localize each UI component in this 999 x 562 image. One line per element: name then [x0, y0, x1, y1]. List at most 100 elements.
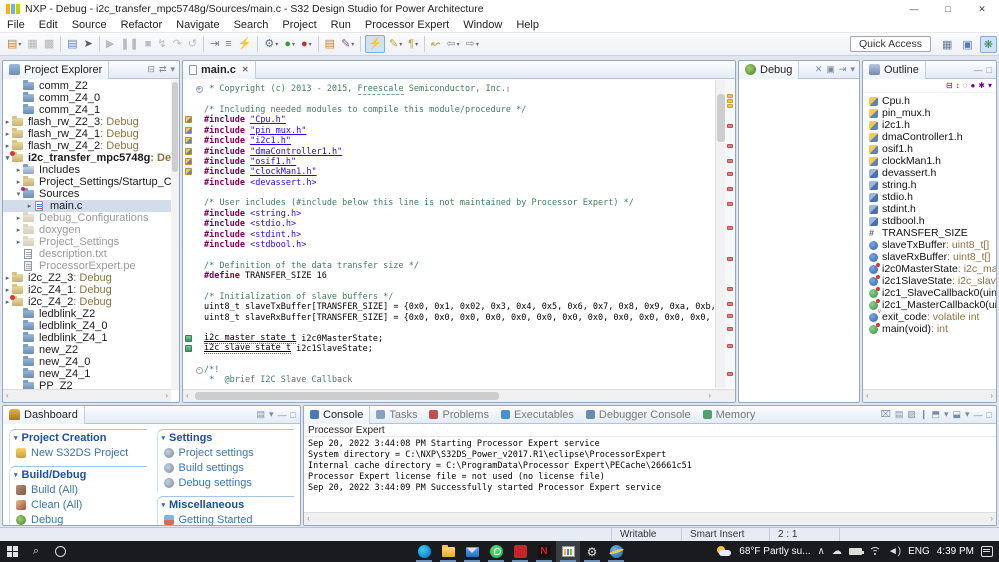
minimize-view-icon[interactable]: —	[974, 65, 983, 75]
tree-item-ledblink-z2[interactable]: ledblink_Z2	[3, 308, 171, 320]
tree-item-processorexpert-pe[interactable]: ProcessorExpert.pe	[3, 260, 171, 272]
debug-icon-3[interactable]: ▾	[850, 64, 855, 75]
outline-item-transfer-size[interactable]: #TRANSFER_SIZE	[863, 227, 996, 239]
outline-item-i2c0masterstate[interactable]: i2c0MasterState : i2c_master_	[863, 263, 996, 275]
language-indicator[interactable]: ENG	[908, 546, 930, 557]
fold-toggle-icon[interactable]: +	[196, 86, 203, 93]
tree-item-project-settings[interactable]: ▸Project_Settings	[3, 236, 171, 248]
dashboard-link-debug-settings[interactable]: Debug settings	[162, 477, 295, 489]
taskbar-edge-icon[interactable]	[412, 541, 436, 562]
taskbar-netflix-icon[interactable]: N	[532, 541, 556, 562]
outline-item-i2c1-h[interactable]: i2c1.h	[863, 119, 996, 131]
dashboard-icon-1[interactable]: ▾	[269, 409, 274, 420]
tab-memory[interactable]: Memory	[697, 406, 762, 424]
outline-item-dmacontroller1-h[interactable]: dmaController1.h	[863, 131, 996, 143]
debug-icon-1[interactable]: ▣	[826, 64, 835, 75]
resume-button[interactable]: ▶	[104, 35, 116, 53]
console-toolbar-icon-3[interactable]: ❙	[920, 409, 928, 420]
tab-dashboard[interactable]: Dashboard	[3, 406, 85, 424]
editor-vscrollbar[interactable]	[715, 80, 725, 388]
search-icon[interactable]: ⌕	[24, 541, 48, 562]
tree-item-includes[interactable]: ▸Includes	[3, 164, 171, 176]
dashboard-section-project-creation[interactable]: ▾Project Creation	[14, 432, 147, 444]
tree-item-main-c[interactable]: ▸main.c	[3, 200, 171, 212]
tree-item-doxygen[interactable]: ▸doxygen	[3, 224, 171, 236]
tab-debug[interactable]: Debug	[739, 61, 799, 79]
tree-item-ledblink-z4-0[interactable]: ledblink_Z4_0	[3, 320, 171, 332]
weather-icon[interactable]	[716, 546, 732, 557]
outline-item-stdbool-h[interactable]: stdbool.h	[863, 215, 996, 227]
run-button[interactable]: ●▾	[282, 35, 297, 53]
dashboard-link-project-settings[interactable]: Project settings	[162, 447, 295, 459]
outline-item-i2c1-slavecallback0-uint8-t-i[interactable]: i2c1_SlaveCallback0(uint8_t, i	[863, 287, 996, 299]
outline-icon-0[interactable]: ⊟	[946, 81, 953, 90]
tray-chevron-icon[interactable]: ∧	[818, 546, 825, 557]
open-element-button[interactable]: ▤	[323, 35, 337, 53]
tree-item-description-txt[interactable]: description.txt	[3, 248, 171, 260]
mark-occurrences-button[interactable]: ✎▾	[387, 35, 404, 53]
annotations-button[interactable]: ¶▾	[406, 35, 420, 53]
clock[interactable]: 4:39 PM	[937, 546, 974, 557]
menu-search[interactable]: Search	[227, 19, 276, 31]
outline-item-slaverxbuffer[interactable]: slaveRxBuffer : uint8_t[]	[863, 251, 996, 263]
project-explorer-icon-1[interactable]: ⇄	[159, 64, 167, 75]
instruction-stepping-button[interactable]: ⇥	[208, 35, 221, 53]
console-toolbar-icon-8[interactable]: —	[974, 410, 983, 420]
step-into-button[interactable]: ↯	[155, 35, 168, 53]
dashboard-icon-2[interactable]: —	[278, 410, 287, 420]
outline-item-pin-mux-h[interactable]: pin_mux.h	[863, 107, 996, 119]
editor-overview-ruler[interactable]	[725, 80, 735, 388]
menu-navigate[interactable]: Navigate	[169, 19, 226, 31]
menu-run[interactable]: Run	[324, 19, 358, 31]
tab-tasks[interactable]: Tasks	[370, 406, 423, 424]
outline-item-stdio-h[interactable]: stdio.h	[863, 191, 996, 203]
outline-icon-2[interactable]: ◌	[963, 81, 968, 90]
outline-hscrollbar[interactable]: ‹›	[863, 389, 996, 402]
dashboard-icon-0[interactable]: ▤	[257, 409, 266, 420]
outline-item-clockman1-h[interactable]: clockMan1.h	[863, 155, 996, 167]
cpp-perspective-button[interactable]: ▣	[959, 37, 975, 52]
dashboard-section-build-debug[interactable]: ▾Build/Debug	[14, 469, 147, 481]
tab-debugger-console[interactable]: Debugger Console	[580, 406, 697, 424]
console-hscrollbar[interactable]: ‹›	[304, 512, 996, 525]
console-toolbar-icon-6[interactable]: ⬓	[953, 409, 962, 420]
tree-item-flash-rw-z4-2[interactable]: ▸flash_rw_Z4_2: Debug	[3, 140, 171, 152]
action-center-icon[interactable]	[981, 546, 993, 557]
taskbar-s32-design-studio-icon[interactable]	[604, 541, 628, 562]
last-edit-button[interactable]: ↜	[429, 35, 442, 53]
tab-project-explorer[interactable]: Project Explorer	[3, 61, 109, 79]
tab-console[interactable]: Console	[304, 406, 370, 424]
maximize-button[interactable]: □	[931, 0, 965, 18]
project-explorer-icon-2[interactable]: ▾	[170, 64, 175, 75]
tab-main-c[interactable]: main.c ✕	[183, 61, 256, 79]
tree-item-comm-z4-1[interactable]: comm_Z4_1	[3, 104, 171, 116]
dashboard-section-settings[interactable]: ▾Settings	[162, 432, 295, 444]
external-tools-button[interactable]: ✎▾	[339, 35, 356, 53]
outline-icon-1[interactable]: ↕	[956, 81, 960, 90]
debug-button[interactable]: ●▾	[299, 35, 314, 53]
suspend-button[interactable]: ❚❚	[118, 35, 140, 53]
step-return-button[interactable]: ↺	[186, 35, 199, 53]
cortana-icon[interactable]	[48, 541, 72, 562]
project-explorer-vscrollbar[interactable]	[171, 80, 179, 390]
dashboard-link-debug[interactable]: Debug	[14, 514, 147, 526]
menu-source[interactable]: Source	[65, 19, 114, 31]
taskbar-whatsapp-icon[interactable]	[484, 541, 508, 562]
filters-button[interactable]: ≡	[223, 35, 233, 53]
dashboard-icon-3[interactable]: □	[291, 410, 296, 420]
fold-toggle-icon[interactable]: -	[196, 367, 203, 374]
close-tab-icon[interactable]: ✕	[242, 65, 249, 74]
editor-hscrollbar[interactable]: ‹›	[183, 389, 735, 402]
battery-icon[interactable]	[849, 548, 862, 555]
dashboard-link-build-settings[interactable]: Build settings	[162, 462, 295, 474]
weather-text[interactable]: 68°F Partly su...	[739, 546, 810, 557]
taskbar-settings-icon[interactable]: ⚙	[580, 541, 604, 562]
debug-perspective-button[interactable]: ❋	[980, 36, 997, 53]
menu-processor-expert[interactable]: Processor Expert	[358, 19, 456, 31]
console-toolbar-icon-7[interactable]: ▾	[965, 409, 970, 420]
outline-icon-3[interactable]: ●	[970, 81, 975, 90]
tree-item-sources[interactable]: ▾Sources	[3, 188, 171, 200]
build-button[interactable]: ⚙▾	[262, 35, 280, 53]
menu-help[interactable]: Help	[509, 19, 546, 31]
menu-window[interactable]: Window	[456, 19, 509, 31]
